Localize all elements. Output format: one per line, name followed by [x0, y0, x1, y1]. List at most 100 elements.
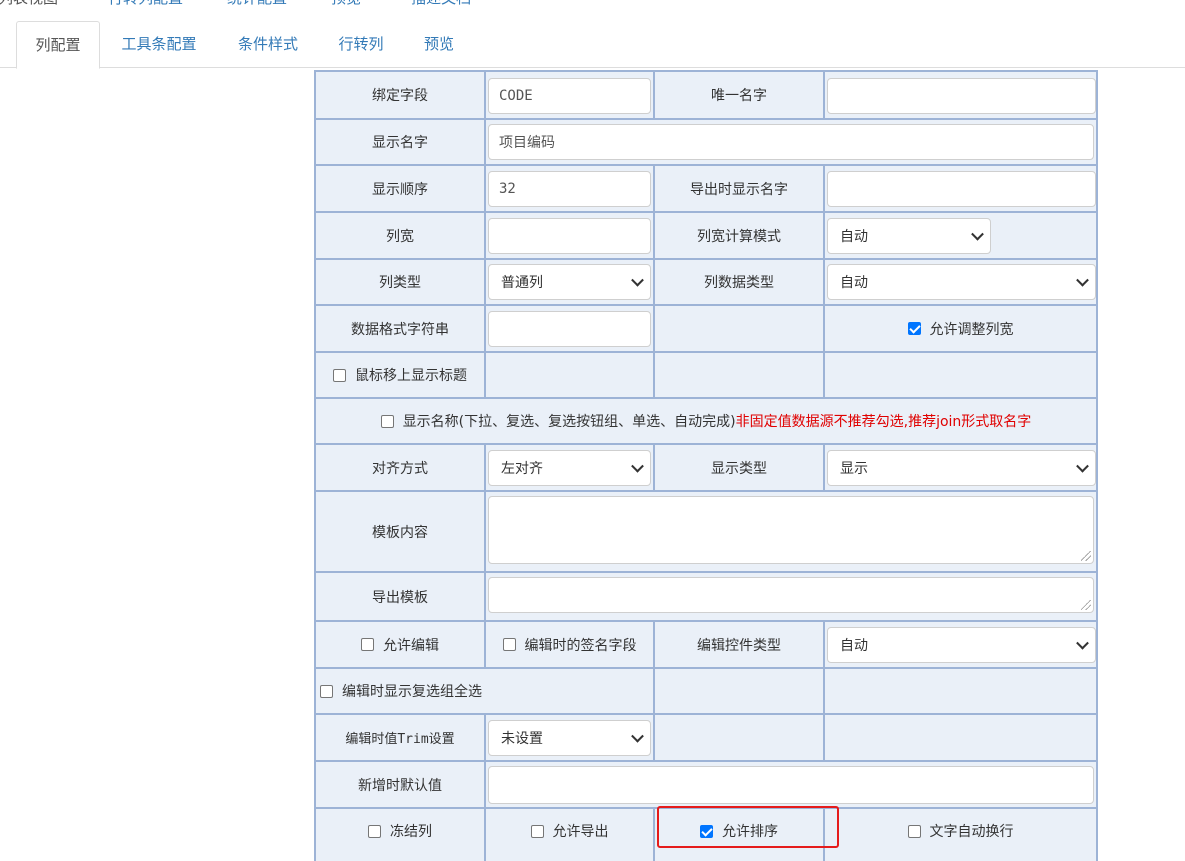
top-tab-row-to-col-config[interactable]: 行转列配置 — [90, 0, 201, 8]
tab-toolbar-config[interactable]: 工具条配置 — [110, 21, 208, 68]
cell: 列数据类型 — [655, 260, 825, 306]
cell: 32 — [486, 166, 655, 213]
trim-select[interactable]: 未设置 — [488, 720, 651, 756]
cell: 列宽 — [316, 213, 486, 260]
cell: 对齐方式 — [316, 445, 486, 492]
wrap-checkbox[interactable] — [907, 824, 921, 838]
width-mode-label: 列宽计算模式 — [697, 228, 781, 245]
tab-preview[interactable]: 预览 — [414, 21, 464, 68]
cell: 编辑时的签名字段 — [486, 622, 655, 669]
allow-export-checkbox[interactable] — [530, 824, 544, 838]
cell: 显示名称(下拉、复选、复选按钮组、单选、自动完成) 非固定值数据源不推荐勾选,推… — [316, 399, 1096, 445]
export-template-textarea[interactable] — [488, 577, 1094, 613]
resize-handle-icon[interactable] — [1081, 551, 1091, 561]
cell: 导出模板 — [316, 573, 486, 622]
hover-title-option[interactable]: 鼠标移上显示标题 — [316, 353, 484, 397]
hover-title-checkbox[interactable] — [333, 368, 346, 382]
wrap-label: 文字自动换行 — [929, 824, 1014, 840]
allow-resize-checkbox[interactable] — [907, 322, 921, 335]
wrap-option[interactable]: 文字自动换行 — [825, 809, 1096, 853]
cell — [486, 573, 1096, 622]
export-name-input[interactable] — [827, 171, 1096, 207]
allow-edit-option[interactable]: 允许编辑 — [316, 622, 484, 667]
allow-resize-option[interactable]: 允许调整列宽 — [825, 306, 1096, 351]
col-data-type-select[interactable]: 自动 — [827, 264, 1096, 300]
cell: 自动 — [825, 622, 1096, 669]
tab-column-config[interactable]: 列配置 — [16, 21, 100, 69]
allow-export-label: 允许导出 — [552, 824, 609, 840]
display-type-value: 显示 — [840, 461, 868, 477]
cell: 唯一名字 — [655, 72, 825, 120]
cell: 显示 — [825, 445, 1096, 492]
cell: 允许编辑 — [316, 622, 486, 669]
cell: 列宽计算模式 — [655, 213, 825, 260]
chevron-down-icon — [971, 227, 984, 241]
allow-export-option[interactable]: 允许导出 — [486, 809, 653, 853]
cell: 编辑时值Trim设置 — [316, 715, 486, 762]
freeze-checkbox[interactable] — [368, 824, 381, 838]
cell: 数据格式字符串 — [316, 306, 486, 353]
show-name-warning: 非固定值数据源不推荐勾选,推荐join形式取名字 — [735, 414, 1032, 430]
width-mode-value: 自动 — [840, 229, 868, 245]
trim-label: 编辑时值Trim设置 — [345, 732, 455, 747]
cell: 项目编码 — [486, 120, 1096, 166]
cell: 允许调整列宽 — [825, 306, 1096, 353]
edit-control-select[interactable]: 自动 — [827, 627, 1096, 663]
resize-handle-icon[interactable] — [1081, 600, 1091, 610]
bind-field-label: 绑定字段 — [372, 88, 428, 104]
format-string-label: 数据格式字符串 — [351, 321, 449, 338]
cell — [825, 715, 1096, 762]
show-select-all-option[interactable]: 编辑时显示复选组全选 — [316, 669, 486, 713]
cell: 模板内容 — [316, 492, 486, 573]
unique-name-input[interactable] — [827, 78, 1096, 114]
show-select-all-checkbox[interactable] — [320, 684, 333, 698]
align-value: 左对齐 — [501, 461, 543, 477]
col-width-input[interactable] — [488, 218, 651, 254]
top-tab-stats-config[interactable]: 统计配置 — [209, 0, 305, 8]
display-type-select[interactable]: 显示 — [827, 450, 1096, 486]
align-select[interactable]: 左对齐 — [488, 450, 651, 486]
cell — [825, 166, 1096, 213]
top-tab-list-view[interactable]: 列表视图 — [0, 0, 76, 8]
top-tab-description[interactable]: 描述文档 — [393, 0, 489, 8]
sign-field-option[interactable]: 编辑时的签名字段 — [486, 622, 653, 667]
display-name-input[interactable]: 项目编码 — [488, 124, 1094, 160]
allow-sort-option[interactable]: 允许排序 — [655, 809, 823, 853]
top-tab-preview[interactable]: 预览 — [313, 0, 379, 8]
allow-resize-label: 允许调整列宽 — [929, 321, 1014, 338]
cell — [825, 353, 1096, 399]
tab-row-to-col[interactable]: 行转列 — [328, 21, 394, 68]
cell: 鼠标移上显示标题 — [316, 353, 486, 399]
cell — [655, 306, 825, 353]
template-textarea[interactable] — [488, 496, 1094, 564]
cell — [486, 353, 655, 399]
tab-condition-style[interactable]: 条件样式 — [226, 21, 310, 68]
freeze-option[interactable]: 冻结列 — [316, 809, 484, 853]
sign-field-checkbox[interactable] — [502, 638, 516, 651]
cell: 编辑时显示复选组全选 — [316, 669, 655, 715]
cell — [655, 715, 825, 762]
col-type-select[interactable]: 普通列 — [488, 264, 651, 300]
edit-control-value: 自动 — [840, 638, 868, 654]
col-width-label: 列宽 — [386, 228, 414, 245]
cell: 自动 — [825, 213, 1096, 260]
show-name-checkbox[interactable] — [380, 414, 394, 428]
chevron-down-icon — [631, 273, 644, 287]
show-name-option[interactable]: 显示名称(下拉、复选、复选按钮组、单选、自动完成) 非固定值数据源不推荐勾选,推… — [316, 399, 1096, 443]
display-order-label: 显示顺序 — [372, 181, 428, 198]
cell: 绑定字段 — [316, 72, 486, 120]
cell — [486, 492, 1096, 573]
align-label: 对齐方式 — [372, 460, 428, 477]
width-mode-select[interactable]: 自动 — [827, 218, 991, 254]
col-type-label: 列类型 — [379, 275, 421, 291]
cell — [825, 72, 1096, 120]
allow-sort-checkbox[interactable] — [700, 824, 713, 838]
sub-tab-bar: 列配置 工具条配置 条件样式 行转列 预览 — [0, 21, 1185, 69]
edit-control-label: 编辑控件类型 — [697, 637, 781, 654]
format-string-input[interactable] — [488, 311, 651, 347]
display-order-input[interactable]: 32 — [488, 171, 651, 207]
bind-field-input[interactable]: CODE — [488, 78, 651, 114]
default-value-input[interactable] — [488, 766, 1094, 804]
allow-edit-checkbox[interactable] — [361, 638, 374, 651]
cell: 显示顺序 — [316, 166, 486, 213]
